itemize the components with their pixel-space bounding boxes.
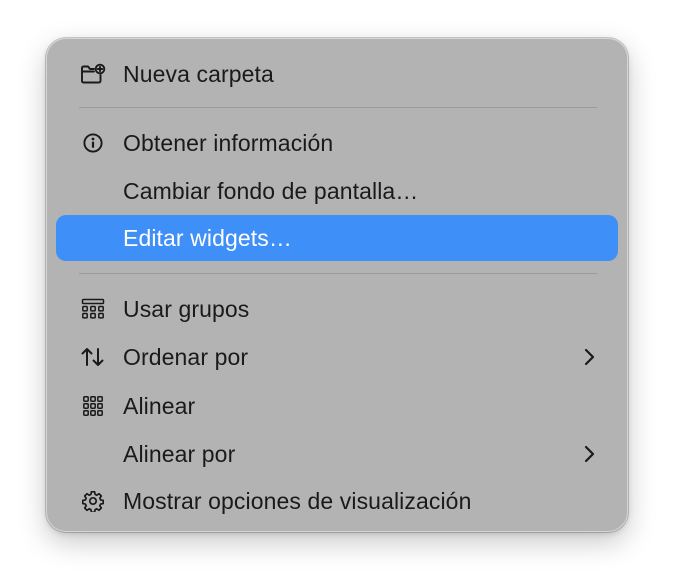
menu-item-editar-widgets[interactable]: Editar widgets… bbox=[56, 215, 618, 261]
info-circle-icon bbox=[79, 131, 107, 155]
menu-item-label: Mostrar opciones de visualización bbox=[123, 488, 472, 514]
menu-separator bbox=[79, 273, 597, 274]
menu-item-nueva-carpeta[interactable]: Nueva carpeta bbox=[56, 51, 618, 97]
grid-dots-icon bbox=[79, 394, 107, 418]
menu-item-obtener-informacion[interactable]: Obtener información bbox=[56, 120, 618, 166]
gear-icon bbox=[79, 489, 107, 513]
menu-item-label: Obtener información bbox=[123, 130, 334, 156]
menu-item-label: Cambiar fondo de pantalla… bbox=[123, 178, 419, 204]
menu-item-usar-grupos[interactable]: Usar grupos bbox=[56, 286, 618, 332]
folder-plus-icon bbox=[79, 62, 107, 86]
menu-item-alinear[interactable]: Alinear bbox=[56, 383, 618, 429]
menu-item-label: Ordenar por bbox=[123, 344, 249, 370]
sort-arrows-icon bbox=[79, 345, 107, 369]
menu-item-label: Alinear por bbox=[123, 441, 236, 467]
menu-item-label: Alinear bbox=[123, 393, 196, 419]
menu-item-mostrar-opciones[interactable]: Mostrar opciones de visualización bbox=[56, 478, 618, 524]
menu-item-cambiar-fondo[interactable]: Cambiar fondo de pantalla… bbox=[56, 168, 618, 214]
context-menu: Nueva carpeta Obtener información Cambia… bbox=[46, 38, 628, 532]
chevron-right-icon bbox=[582, 347, 596, 367]
menu-item-label: Nueva carpeta bbox=[123, 61, 274, 87]
chevron-right-icon bbox=[582, 444, 596, 464]
menu-item-alinear-por[interactable]: Alinear por bbox=[56, 431, 618, 477]
menu-item-ordenar-por[interactable]: Ordenar por bbox=[56, 334, 618, 380]
menu-item-label: Editar widgets… bbox=[123, 225, 292, 251]
menu-item-label: Usar grupos bbox=[123, 296, 250, 322]
groups-grid-icon bbox=[79, 297, 107, 321]
desktop-background: Nueva carpeta Obtener información Cambia… bbox=[0, 0, 674, 588]
menu-separator bbox=[79, 107, 597, 108]
